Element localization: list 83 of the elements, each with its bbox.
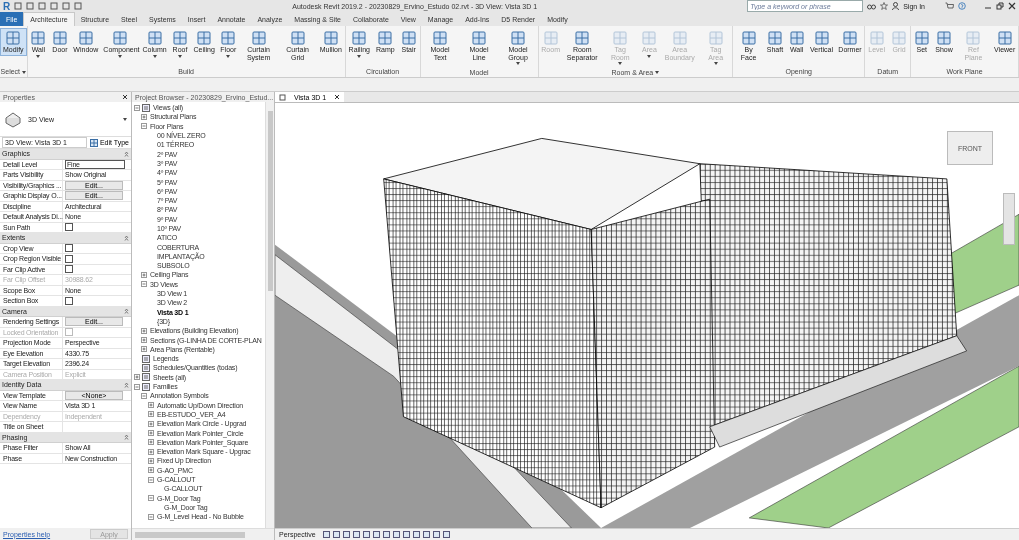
tool-icon[interactable] <box>322 30 339 46</box>
close-icon[interactable] <box>122 94 128 100</box>
tool-icon[interactable] <box>172 30 188 46</box>
close-icon[interactable] <box>334 94 341 100</box>
collapse-icon[interactable] <box>148 495 154 502</box>
expand-icon[interactable] <box>148 402 154 409</box>
expand-icon[interactable] <box>148 439 154 446</box>
caret-icon[interactable] <box>118 54 123 58</box>
grid-icon <box>89 138 98 147</box>
tool-icon[interactable] <box>996 30 1013 46</box>
collapse-icon[interactable] <box>124 434 129 441</box>
expand-icon[interactable] <box>148 467 154 474</box>
checkbox[interactable] <box>65 254 73 263</box>
expand-icon[interactable] <box>148 420 154 427</box>
checkbox[interactable] <box>65 296 73 305</box>
tool-icon[interactable] <box>220 30 237 46</box>
tool-icon[interactable] <box>30 30 47 46</box>
tool-icon[interactable] <box>740 30 757 46</box>
caret-icon[interactable] <box>655 71 660 75</box>
collapse-icon[interactable] <box>141 392 147 399</box>
caret-icon[interactable] <box>178 54 182 58</box>
restore-icon[interactable] <box>996 2 1004 10</box>
expand-icon[interactable] <box>148 457 154 464</box>
scrollbar-thumb[interactable] <box>267 111 273 291</box>
caret-icon[interactable] <box>123 118 127 121</box>
expand-icon[interactable] <box>134 374 140 381</box>
tool-icon[interactable] <box>432 30 449 46</box>
collapse-icon[interactable] <box>124 308 129 315</box>
tool-icon[interactable] <box>51 30 68 46</box>
checkbox[interactable] <box>65 244 73 253</box>
checkbox[interactable] <box>65 223 73 232</box>
tool-icon[interactable] <box>377 30 394 46</box>
collapse-icon[interactable] <box>141 281 147 288</box>
caret-icon[interactable] <box>36 54 41 58</box>
binoculars-icon[interactable] <box>867 2 877 10</box>
caret-icon[interactable] <box>152 54 157 58</box>
collapse-icon[interactable] <box>148 476 154 483</box>
tool-icon[interactable] <box>351 30 368 46</box>
tool-icon[interactable] <box>5 30 22 46</box>
tool-icon[interactable] <box>400 30 417 46</box>
expand-icon[interactable] <box>141 346 147 353</box>
expand-icon[interactable] <box>148 411 154 418</box>
collapse-icon[interactable] <box>124 381 129 388</box>
tool-icon[interactable] <box>471 30 487 46</box>
tool-icon[interactable] <box>913 30 930 46</box>
collapse-icon[interactable] <box>148 513 154 520</box>
expand-icon[interactable] <box>148 448 154 455</box>
app-logo[interactable]: R <box>3 0 11 12</box>
scrollbar-thumb[interactable] <box>135 531 245 538</box>
collapse-icon[interactable] <box>134 383 140 390</box>
expand-icon[interactable] <box>141 272 147 278</box>
caret-icon[interactable] <box>357 54 362 58</box>
help-icon[interactable] <box>958 2 966 10</box>
expand-icon[interactable] <box>141 113 147 120</box>
tool-icon[interactable] <box>936 30 953 46</box>
list-icon <box>142 103 150 112</box>
collapse-icon[interactable] <box>124 150 129 157</box>
expand-icon[interactable] <box>141 337 147 344</box>
tool-icon[interactable] <box>77 30 94 46</box>
tool-icon[interactable] <box>250 30 267 46</box>
collapse-icon[interactable] <box>134 104 140 111</box>
collapse-icon[interactable] <box>141 123 147 130</box>
tool-icon[interactable] <box>196 30 213 46</box>
tool-icon[interactable] <box>766 30 783 46</box>
tool-icon[interactable] <box>510 30 527 46</box>
checkbox[interactable] <box>65 265 73 274</box>
tool-icon[interactable] <box>574 30 591 46</box>
expand-icon[interactable] <box>148 430 154 437</box>
expand-icon[interactable] <box>141 327 147 334</box>
collapse-icon[interactable] <box>124 234 129 241</box>
caret-icon[interactable] <box>22 70 27 74</box>
tool-icon[interactable] <box>788 30 805 46</box>
caret-icon[interactable] <box>226 54 231 58</box>
cart-icon[interactable] <box>945 2 954 10</box>
tool-icon[interactable] <box>146 30 163 46</box>
user-icon[interactable] <box>892 2 900 10</box>
caret-icon[interactable] <box>516 62 521 66</box>
tool-icon[interactable] <box>813 30 830 46</box>
close-icon[interactable] <box>1008 2 1016 10</box>
tool-icon[interactable] <box>112 30 129 46</box>
tool-icon[interactable] <box>842 30 858 46</box>
tool-icon[interactable] <box>289 30 306 46</box>
star-icon[interactable] <box>880 2 889 10</box>
